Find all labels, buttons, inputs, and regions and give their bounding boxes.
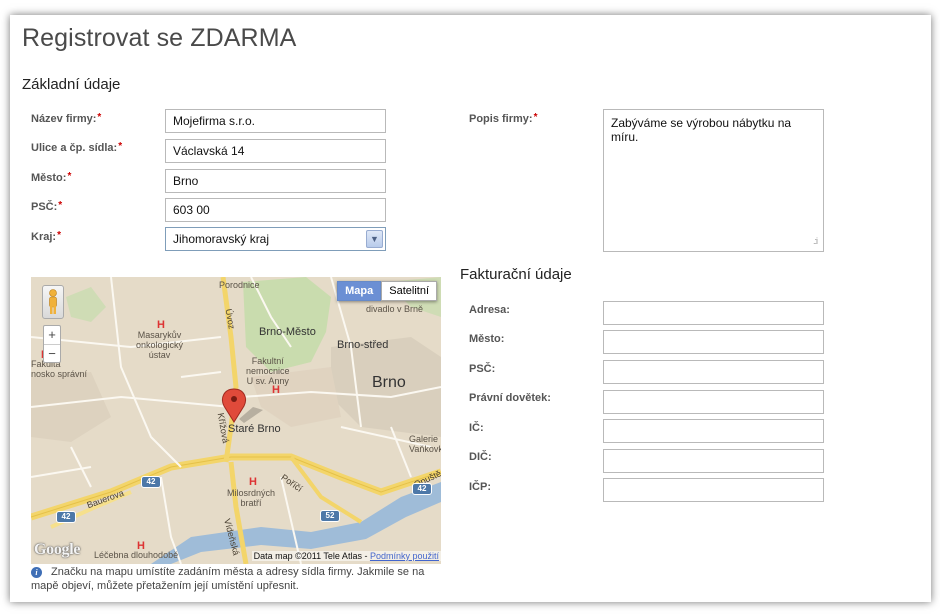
road-shield: 42 (412, 483, 432, 495)
map-label-brno: Brno (372, 374, 406, 391)
ic-input[interactable] (603, 419, 824, 443)
required-mark: * (118, 141, 123, 152)
legal-suffix-input[interactable] (603, 390, 824, 414)
company-name-input[interactable]: Mojefirma s.r.o. (165, 109, 386, 133)
info-icon: i (31, 567, 42, 578)
terms-link[interactable]: Podmínky použití (370, 551, 439, 561)
street-input[interactable]: Václavská 14 (165, 139, 386, 163)
icp-label: IČP: (469, 481, 491, 493)
hospital-icon: H (249, 476, 257, 488)
billing-zip-input[interactable] (603, 360, 824, 384)
billing-city-label: Město: (469, 333, 505, 345)
map-type-satellite-button[interactable]: Satelitní (381, 281, 437, 301)
billing-zip-label: PSČ: (469, 363, 496, 375)
basic-section-heading: Základní údaje (22, 76, 121, 93)
zoom-out-button[interactable]: − (44, 344, 60, 362)
map-type-control: Mapa Satelitní (337, 281, 437, 301)
company-name-label: Název firmy:* (31, 112, 102, 125)
dic-label: DIČ: (469, 451, 492, 463)
zoom-control: + − (43, 325, 61, 363)
map-attribution: Data map ©2011 Tele Atlas - Podmínky pou… (251, 551, 441, 561)
hospital-icon: H (137, 540, 145, 552)
map[interactable]: Porodnice Brno-Město Brno-střed Brno Sta… (31, 277, 441, 564)
map-graphic (31, 277, 441, 564)
resize-grip-icon[interactable]: .:i (813, 236, 818, 246)
pegman-icon[interactable] (42, 285, 64, 319)
map-type-map-button[interactable]: Mapa (337, 281, 382, 301)
ic-label: IČ: (469, 422, 484, 434)
city-label: Město:* (31, 171, 72, 184)
region-label: Kraj:* (31, 230, 61, 243)
required-mark: * (58, 200, 63, 211)
map-label-brno-stred: Brno-střed (337, 339, 389, 351)
description-label: Popis firmy:* (469, 112, 538, 125)
zip-input[interactable]: 603 00 (165, 198, 386, 222)
page-title: Registrovat se ZDARMA (22, 24, 297, 52)
description-text: Zabýváme se výrobou nábytku na míru. (611, 116, 792, 144)
icp-input[interactable] (603, 478, 824, 502)
map-label-masaryk: Masarykův onkologický ústav (136, 330, 184, 360)
map-label-stare-brno: Staré Brno (228, 423, 281, 435)
required-mark: * (97, 112, 102, 123)
city-input[interactable]: Brno (165, 169, 386, 193)
billing-address-label: Adresa: (469, 304, 510, 316)
google-logo: Google (34, 541, 81, 558)
map-note: i Značku na mapu umístíte zadáním města … (31, 566, 425, 592)
region-select-value: Jihomoravský kraj (173, 232, 270, 246)
road-shield: 52 (320, 510, 340, 522)
region-select[interactable]: Jihomoravský kraj ▼ (165, 227, 386, 251)
road-shield: 42 (56, 511, 76, 523)
billing-address-input[interactable] (603, 301, 824, 325)
required-mark: * (67, 171, 72, 182)
description-textarea[interactable]: Zabýváme se výrobou nábytku na míru. .:i (603, 109, 824, 252)
required-mark: * (533, 112, 538, 123)
chevron-down-icon[interactable]: ▼ (366, 230, 383, 248)
hospital-icon: H (157, 319, 165, 331)
hospital-icon: H (272, 384, 280, 396)
map-label-milosrdnych: Milosrdných bratří (227, 488, 276, 508)
map-label-brno-mesto: Brno-Město (259, 326, 316, 338)
street-label: Ulice a čp. sídla:* (31, 141, 123, 154)
billing-city-input[interactable] (603, 330, 824, 354)
legal-suffix-label: Právní dovětek: (469, 392, 551, 404)
billing-section-heading: Fakturační údaje (460, 266, 572, 283)
dic-input[interactable] (603, 449, 824, 473)
zip-label: PSČ:* (31, 200, 63, 213)
zoom-in-button[interactable]: + (44, 326, 60, 344)
road-shield: 42 (141, 476, 161, 488)
map-label-porodnice: Porodnice (219, 280, 260, 290)
map-label-divadlo: divadlo v Brně (366, 304, 424, 314)
map-label-galerie: Galerie Vaňkovka (409, 434, 441, 454)
map-label-fakultni: Fakultní nemocnice U sv. Anny (246, 356, 290, 386)
required-mark: * (57, 230, 61, 241)
